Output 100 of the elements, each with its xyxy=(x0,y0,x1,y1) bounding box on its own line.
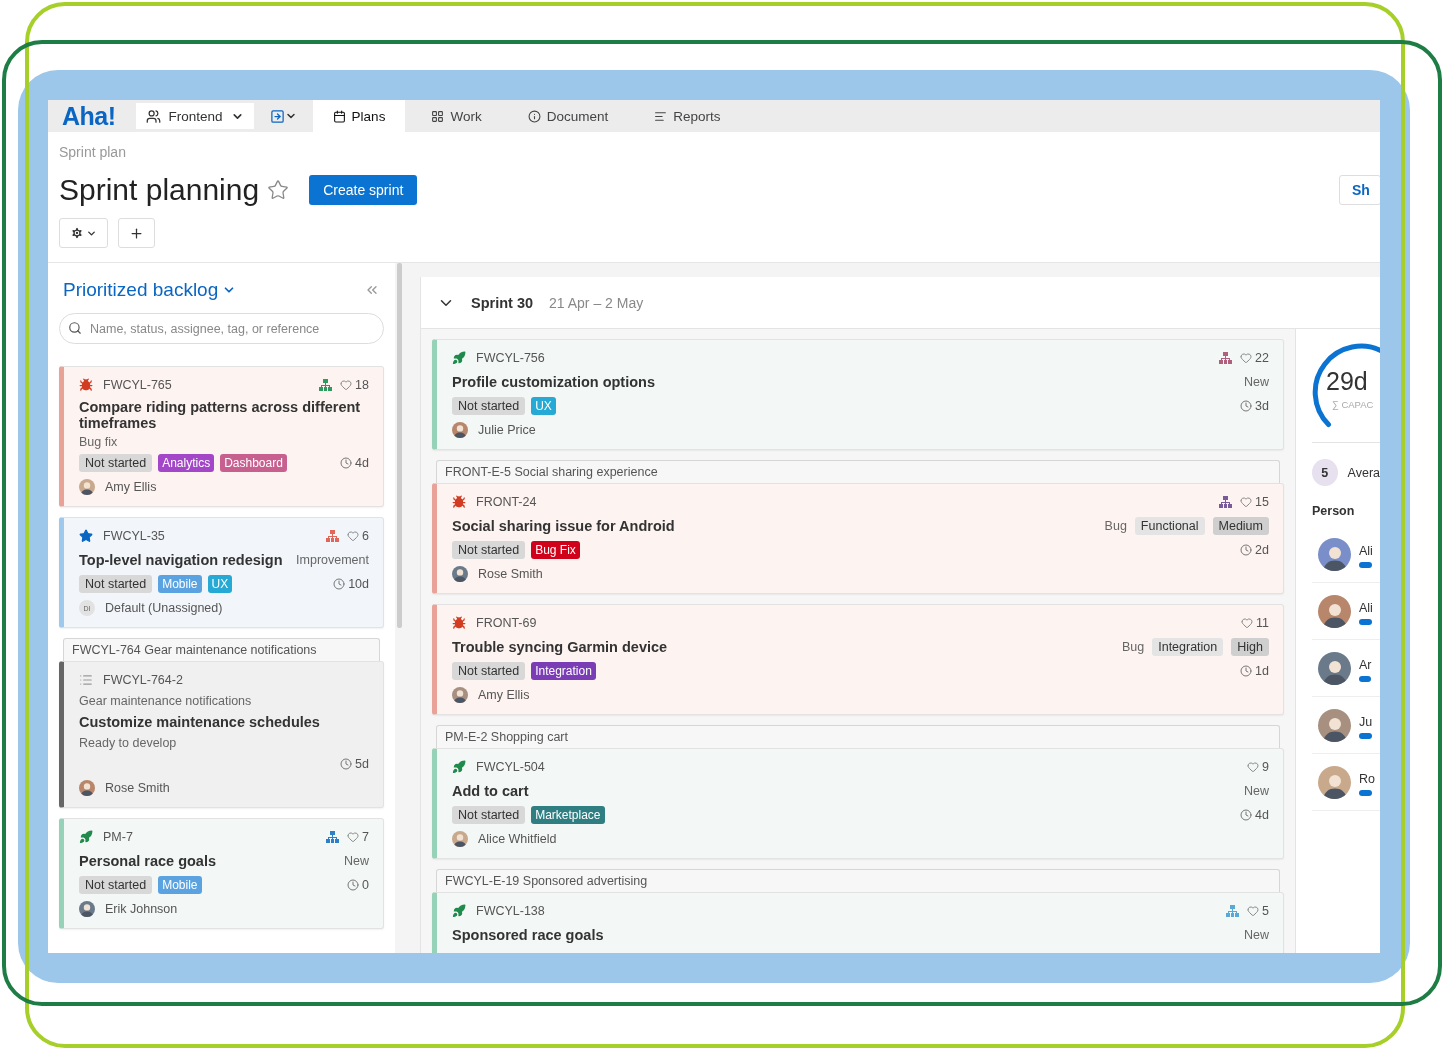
hierarchy-icon[interactable] xyxy=(326,831,340,843)
item-subtitle: Bug fix xyxy=(79,435,119,449)
epic-header[interactable]: FWCYL-764 Gear maintenance notifications xyxy=(63,638,380,661)
tag: Integration xyxy=(531,662,596,680)
item-key[interactable]: FWCYL-138 xyxy=(476,904,545,918)
settings-dropdown[interactable] xyxy=(59,218,108,248)
status-chip[interactable]: Not started xyxy=(79,876,153,894)
clock-icon xyxy=(340,457,353,469)
heart-icon xyxy=(347,831,360,843)
person-name: Ju xyxy=(1359,714,1373,729)
hierarchy-icon[interactable] xyxy=(1219,496,1233,508)
assignee-name: Rose Smith xyxy=(105,781,170,795)
avatar xyxy=(79,479,95,495)
epic-header[interactable]: FWCYL-E-19 Sponsored advertising xyxy=(436,869,1280,892)
status-chip[interactable]: Not started xyxy=(452,541,526,559)
item-title[interactable]: Sponsored race goals xyxy=(452,927,604,943)
item-title[interactable]: Social sharing issue for Android xyxy=(452,518,675,534)
label-chip: High xyxy=(1231,638,1269,656)
backlog-dropdown[interactable]: Prioritized backlog xyxy=(63,279,237,301)
item-title[interactable]: Top-level navigation redesign xyxy=(79,552,283,568)
work-item-card[interactable]: FWCYL-756 22 Profile customization options New Not started UX 3d Julie Price xyxy=(432,339,1284,450)
status-chip[interactable]: Not started xyxy=(452,806,526,824)
person-name: Ali xyxy=(1359,543,1373,558)
scrollbar[interactable] xyxy=(397,263,402,628)
heart-icon xyxy=(1240,352,1253,364)
score: 11 xyxy=(1241,616,1269,630)
share-button[interactable]: Sh xyxy=(1339,175,1380,205)
avatar xyxy=(1318,708,1351,742)
hierarchy-icon[interactable] xyxy=(1219,352,1233,364)
epic-header[interactable]: PM-E-2 Shopping cart xyxy=(436,725,1280,748)
epic-header[interactable]: FRONT-E-5 Social sharing experience xyxy=(436,460,1280,483)
item-key[interactable]: FWCYL-756 xyxy=(476,351,545,365)
item-key[interactable]: FWCYL-764-2 xyxy=(103,673,183,687)
avatar xyxy=(1318,765,1351,799)
workspace-dropdown[interactable]: Frontend xyxy=(135,103,254,129)
item-title[interactable]: Profile customization options xyxy=(452,374,655,390)
estimate: 3d xyxy=(1240,399,1269,413)
heart-icon xyxy=(1240,496,1253,508)
tag: UX xyxy=(207,575,233,593)
avatar xyxy=(452,422,468,438)
add-button[interactable] xyxy=(118,218,155,248)
tag: Analytics xyxy=(158,454,215,472)
work-item-card[interactable]: FWCYL-764-2 Gear maintenance notifications Customize maintenance schedules Ready to develop 5d Rose Smith xyxy=(59,661,384,808)
item-key[interactable]: FWCYL-765 xyxy=(103,378,172,392)
clock-icon xyxy=(1240,544,1253,556)
avatar xyxy=(1318,594,1351,628)
item-title[interactable]: Personal race goals xyxy=(79,853,216,869)
average-label: Avera xyxy=(1347,465,1380,480)
logo[interactable]: Aha! xyxy=(62,101,116,131)
avatar xyxy=(1318,651,1351,685)
tag: Bug Fix xyxy=(531,541,580,559)
work-item-card[interactable]: FWCYL-138 5 Sponsored race goals New xyxy=(432,892,1284,953)
item-type: New xyxy=(1244,375,1269,389)
item-key[interactable]: FWCYL-35 xyxy=(103,529,165,543)
work-item-card[interactable]: FWCYL-504 9 Add to cart New Not started Marketplace 4d Alice Whitfield xyxy=(432,748,1284,859)
count-badge: 5 xyxy=(1312,459,1338,486)
search-icon xyxy=(68,321,82,335)
nav-tab[interactable]: Plans xyxy=(312,100,406,132)
hierarchy-icon[interactable] xyxy=(326,530,340,542)
item-key[interactable]: FRONT-69 xyxy=(476,616,537,630)
sprint-name: Sprint 30 xyxy=(471,294,534,311)
item-key[interactable]: FWCYL-504 xyxy=(476,760,545,774)
assignee-name: Erik Johnson xyxy=(105,902,178,916)
work-item-card[interactable]: PM-7 7 Personal race goals New Not started Mobile 0 Erik Johnson xyxy=(59,818,384,929)
work-item-card[interactable]: FRONT-24 15 Social sharing issue for Android Bug Functional Medium Not started Bug Fix 2d Rose Smith xyxy=(432,483,1284,594)
item-subtitle: Ready to develop xyxy=(79,736,178,750)
work-item-card[interactable]: FRONT-69 11 Trouble syncing Garmin device Bug Integration High Not started Integration 1d Amy Ellis xyxy=(432,604,1284,715)
create-sprint-button[interactable]: Create sprint xyxy=(309,175,418,205)
hierarchy-icon[interactable] xyxy=(1226,905,1240,917)
item-key[interactable]: PM-7 xyxy=(103,830,133,844)
tag: UX xyxy=(531,397,556,415)
person-heading: Person xyxy=(1312,504,1356,518)
item-key[interactable]: FRONT-24 xyxy=(476,495,537,509)
item-type: New xyxy=(1244,928,1269,942)
assignee-name: Amy Ellis xyxy=(105,480,157,494)
item-title[interactable]: Compare riding patterns across different timeframes xyxy=(79,399,369,431)
score: 9 xyxy=(1247,760,1269,774)
status-chip[interactable]: Not started xyxy=(79,575,153,593)
assignee-name: Default (Unassigned) xyxy=(105,601,223,615)
status-chip[interactable]: Not started xyxy=(452,397,526,415)
status-chip[interactable]: Not started xyxy=(452,662,526,680)
estimate: 10d xyxy=(333,577,369,591)
estimate: 0 xyxy=(347,878,369,892)
tag: Mobile xyxy=(158,575,202,593)
item-title[interactable]: Add to cart xyxy=(452,783,529,799)
label-chip: Integration xyxy=(1152,638,1224,656)
work-item-card[interactable]: FWCYL-765 18 Compare riding patterns across different timeframes Bug fix Not started Analytics Dashboard 4d Amy Ellis xyxy=(59,366,384,507)
info-icon xyxy=(527,109,541,123)
heart-icon xyxy=(1247,905,1260,917)
star-icon[interactable] xyxy=(267,179,290,201)
score: 18 xyxy=(340,378,369,392)
search-field[interactable]: Name, status, assignee, tag, or reference xyxy=(59,313,384,344)
tag: Marketplace xyxy=(531,806,605,824)
status-chip[interactable]: Not started xyxy=(79,454,153,472)
item-title[interactable]: Trouble syncing Garmin device xyxy=(452,639,668,655)
clock-icon xyxy=(333,578,346,590)
item-title[interactable]: Customize maintenance schedules xyxy=(79,714,320,730)
hierarchy-icon[interactable] xyxy=(319,379,333,391)
parent-name: Gear maintenance notifications xyxy=(79,694,253,708)
clock-icon xyxy=(340,758,353,770)
